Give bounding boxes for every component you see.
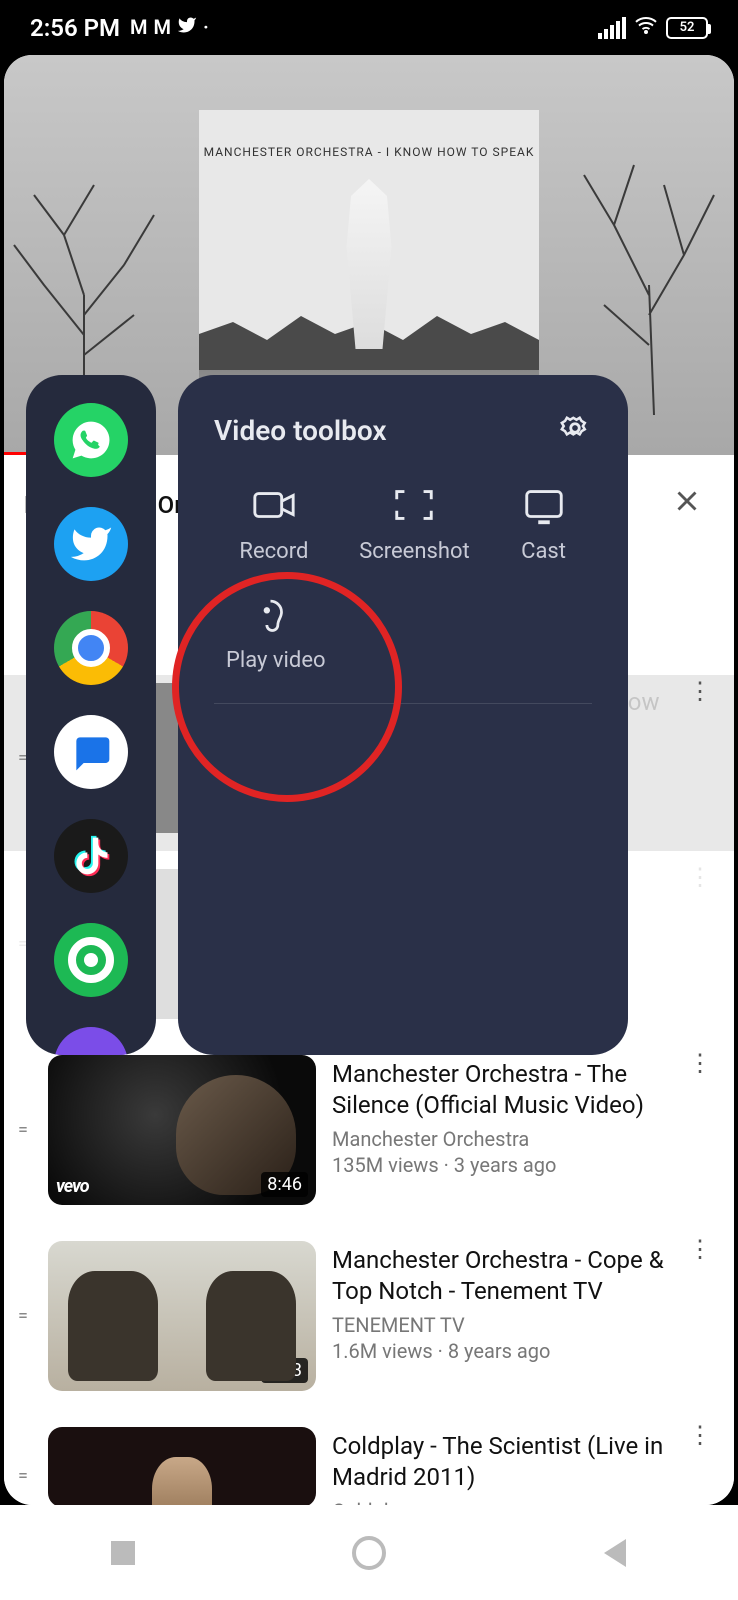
screenshot-icon <box>391 485 437 525</box>
recent-apps-button[interactable] <box>103 1533 143 1573</box>
twitter-icon[interactable] <box>54 507 128 581</box>
video-thumbnail[interactable]: vevo 8:46 <box>48 1055 316 1205</box>
background-tree-left <box>4 115 184 415</box>
video-item-channel: TENEMENT TV <box>332 1313 664 1337</box>
divider <box>214 703 592 704</box>
drag-handle-icon[interactable]: = <box>18 748 25 769</box>
video-toolbox-panel: Video toolbox Record Screenshot Cast <box>178 375 628 1055</box>
cast-button[interactable]: Cast <box>521 485 567 564</box>
dot-icon: · <box>203 15 209 40</box>
gmail-icon: M <box>130 15 148 40</box>
drag-handle-icon[interactable]: = <box>18 1466 25 1487</box>
messages-icon[interactable] <box>54 715 128 789</box>
vevo-badge: vevo <box>56 1176 89 1197</box>
home-button[interactable] <box>349 1533 389 1573</box>
tiktok-icon[interactable] <box>54 819 128 893</box>
drag-handle-icon[interactable]: = <box>18 934 25 955</box>
playlist-item[interactable]: = Coldplay - The Scientist (Live in Madr… <box>4 1409 734 1505</box>
battery-icon: 52 <box>666 17 708 39</box>
signal-icon <box>598 17 626 39</box>
playlist-item[interactable]: = vevo 8:46 Manchester Orchestra - The S… <box>4 1037 734 1223</box>
status-bar: 2:56 PM M M · 52 <box>0 0 738 55</box>
more-icon[interactable]: ⋮ <box>680 869 720 887</box>
video-item-stats: 135M views · 3 years ago <box>332 1153 664 1177</box>
video-item-stats: 1.6M views · 8 years ago <box>332 1339 664 1363</box>
app-shortcut-sidebar[interactable] <box>26 375 156 1055</box>
green-ring-icon[interactable] <box>54 923 128 997</box>
clock: 2:56 PM <box>30 14 120 42</box>
screenshot-button[interactable]: Screenshot <box>359 485 470 564</box>
video-item-channel: Manchester Orchestra <box>332 1127 664 1151</box>
video-item-title: Coldplay - The Scientist (Live in Madrid… <box>332 1431 664 1493</box>
chrome-icon[interactable] <box>54 611 128 685</box>
whatsapp-icon[interactable] <box>54 403 128 477</box>
back-button[interactable] <box>595 1533 635 1573</box>
background-tree-right <box>554 115 734 415</box>
record-icon <box>251 485 297 525</box>
video-thumbnail[interactable]: 7:03 <box>48 1241 316 1391</box>
more-icon[interactable]: ⋮ <box>680 683 720 701</box>
more-icon[interactable]: ⋮ <box>680 1055 720 1073</box>
drag-handle-icon[interactable]: = <box>18 1120 25 1141</box>
play-video-button[interactable]: Play video <box>226 594 326 673</box>
video-item-title: Manchester Orchestra - Cope & Top Notch … <box>332 1245 664 1307</box>
video-duration: 7:03 <box>261 1358 308 1383</box>
video-duration: 8:46 <box>261 1172 308 1197</box>
video-thumbnail[interactable] <box>48 1427 316 1505</box>
record-button[interactable]: Record <box>239 485 308 564</box>
ghost-figure <box>324 179 414 349</box>
playlist-item[interactable]: = 7:03 Manchester Orchestra - Cope & Top… <box>4 1223 734 1409</box>
purple-app-icon[interactable] <box>54 1027 128 1055</box>
gmail-icon: M <box>154 15 172 40</box>
cast-icon <box>521 485 567 525</box>
album-art: MANCHESTER ORCHESTRA - I KNOW HOW TO SPE… <box>199 110 539 420</box>
close-button[interactable] <box>660 474 714 537</box>
drag-handle-icon[interactable]: = <box>18 1306 25 1327</box>
toolbox-title: Video toolbox <box>214 414 387 447</box>
navigation-bar <box>0 1505 738 1600</box>
video-item-title: Manchester Orchestra - The Silence (Offi… <box>332 1059 664 1121</box>
wifi-icon <box>634 13 658 43</box>
ear-icon <box>253 594 299 634</box>
more-icon[interactable]: ⋮ <box>680 1241 720 1259</box>
more-icon[interactable]: ⋮ <box>680 1427 720 1445</box>
settings-icon[interactable] <box>558 411 592 449</box>
twitter-notif-icon <box>177 15 197 40</box>
album-caption: MANCHESTER ORCHESTRA - I KNOW HOW TO SPE… <box>204 145 535 159</box>
